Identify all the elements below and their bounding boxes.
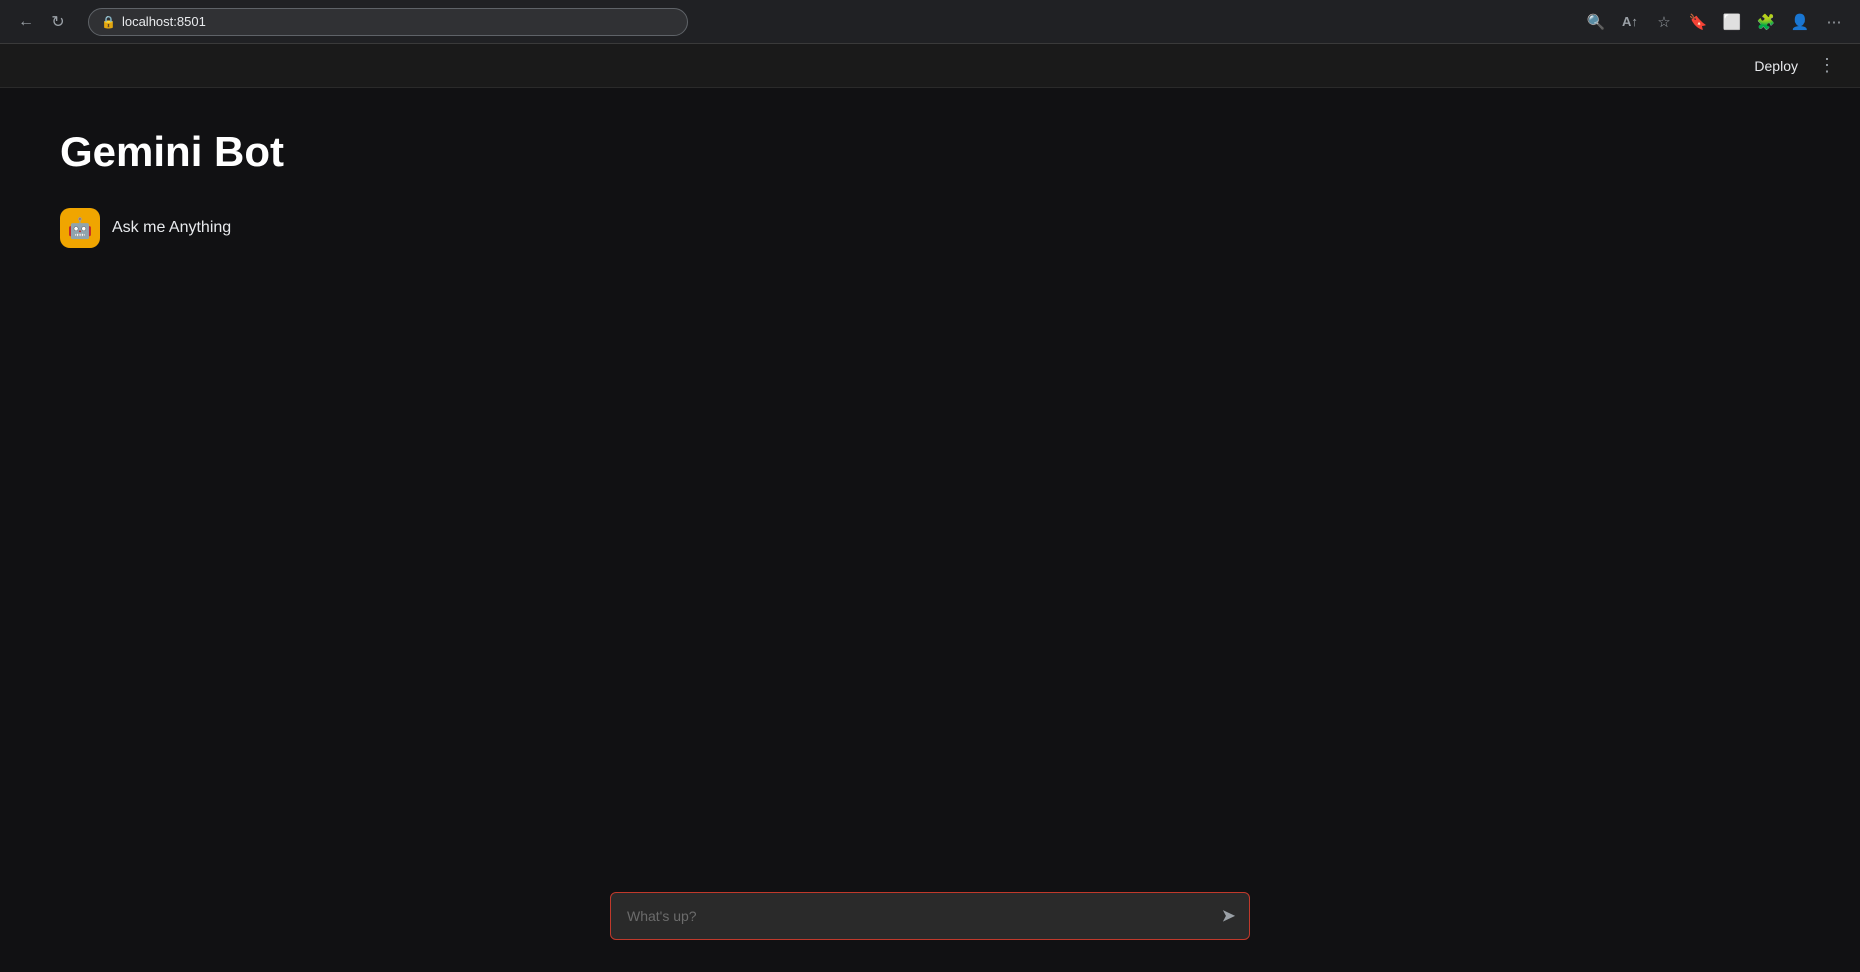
browser-toolbar-right: 🔍 A↑ ☆ 🔖 ⬜ 🧩 👤 ⋯: [1582, 8, 1848, 36]
font-icon-btn[interactable]: A↑: [1616, 8, 1644, 36]
nav-buttons: ← ↻: [12, 8, 72, 36]
address-bar-container: 🔒 localhost:8501: [88, 8, 688, 36]
url-text: localhost:8501: [122, 14, 206, 29]
browser-chrome: ← ↻ 🔒 localhost:8501 🔍 A↑ ☆ 🔖 ⬜ 🧩 👤 ⋯: [0, 0, 1860, 44]
more-options-button[interactable]: ⋮: [1810, 51, 1844, 80]
chat-area: Gemini Bot 🤖 Ask me Anything: [0, 88, 1860, 876]
greeting-text: Ask me Anything: [112, 219, 231, 237]
star-icon-btn[interactable]: ☆: [1650, 8, 1678, 36]
search-icon-btn[interactable]: 🔍: [1582, 8, 1610, 36]
refresh-button[interactable]: ↻: [44, 8, 72, 36]
bot-icon: 🤖: [68, 216, 93, 241]
send-icon: ➤: [1221, 906, 1236, 927]
deploy-button[interactable]: Deploy: [1746, 54, 1806, 78]
address-bar[interactable]: 🔒 localhost:8501: [88, 8, 688, 36]
main-content: Gemini Bot 🤖 Ask me Anything ➤: [0, 88, 1860, 972]
page-title: Gemini Bot: [60, 128, 1800, 176]
send-button[interactable]: ➤: [1217, 902, 1240, 931]
app-bar: Deploy ⋮: [0, 44, 1860, 88]
more-menu-btn[interactable]: ⋯: [1820, 8, 1848, 36]
lock-icon: 🔒: [101, 15, 116, 29]
bookmark-icon-btn[interactable]: 🔖: [1684, 8, 1712, 36]
tab-icon-btn[interactable]: ⬜: [1718, 8, 1746, 36]
input-area: ➤: [0, 876, 1860, 972]
greeting-item: 🤖 Ask me Anything: [60, 208, 1800, 248]
profile-icon-btn[interactable]: 👤: [1786, 8, 1814, 36]
bot-avatar-icon: 🤖: [60, 208, 100, 248]
back-button[interactable]: ←: [12, 8, 40, 36]
input-wrapper: ➤: [610, 892, 1250, 940]
chat-input[interactable]: [610, 892, 1250, 940]
extensions-icon-btn[interactable]: 🧩: [1752, 8, 1780, 36]
